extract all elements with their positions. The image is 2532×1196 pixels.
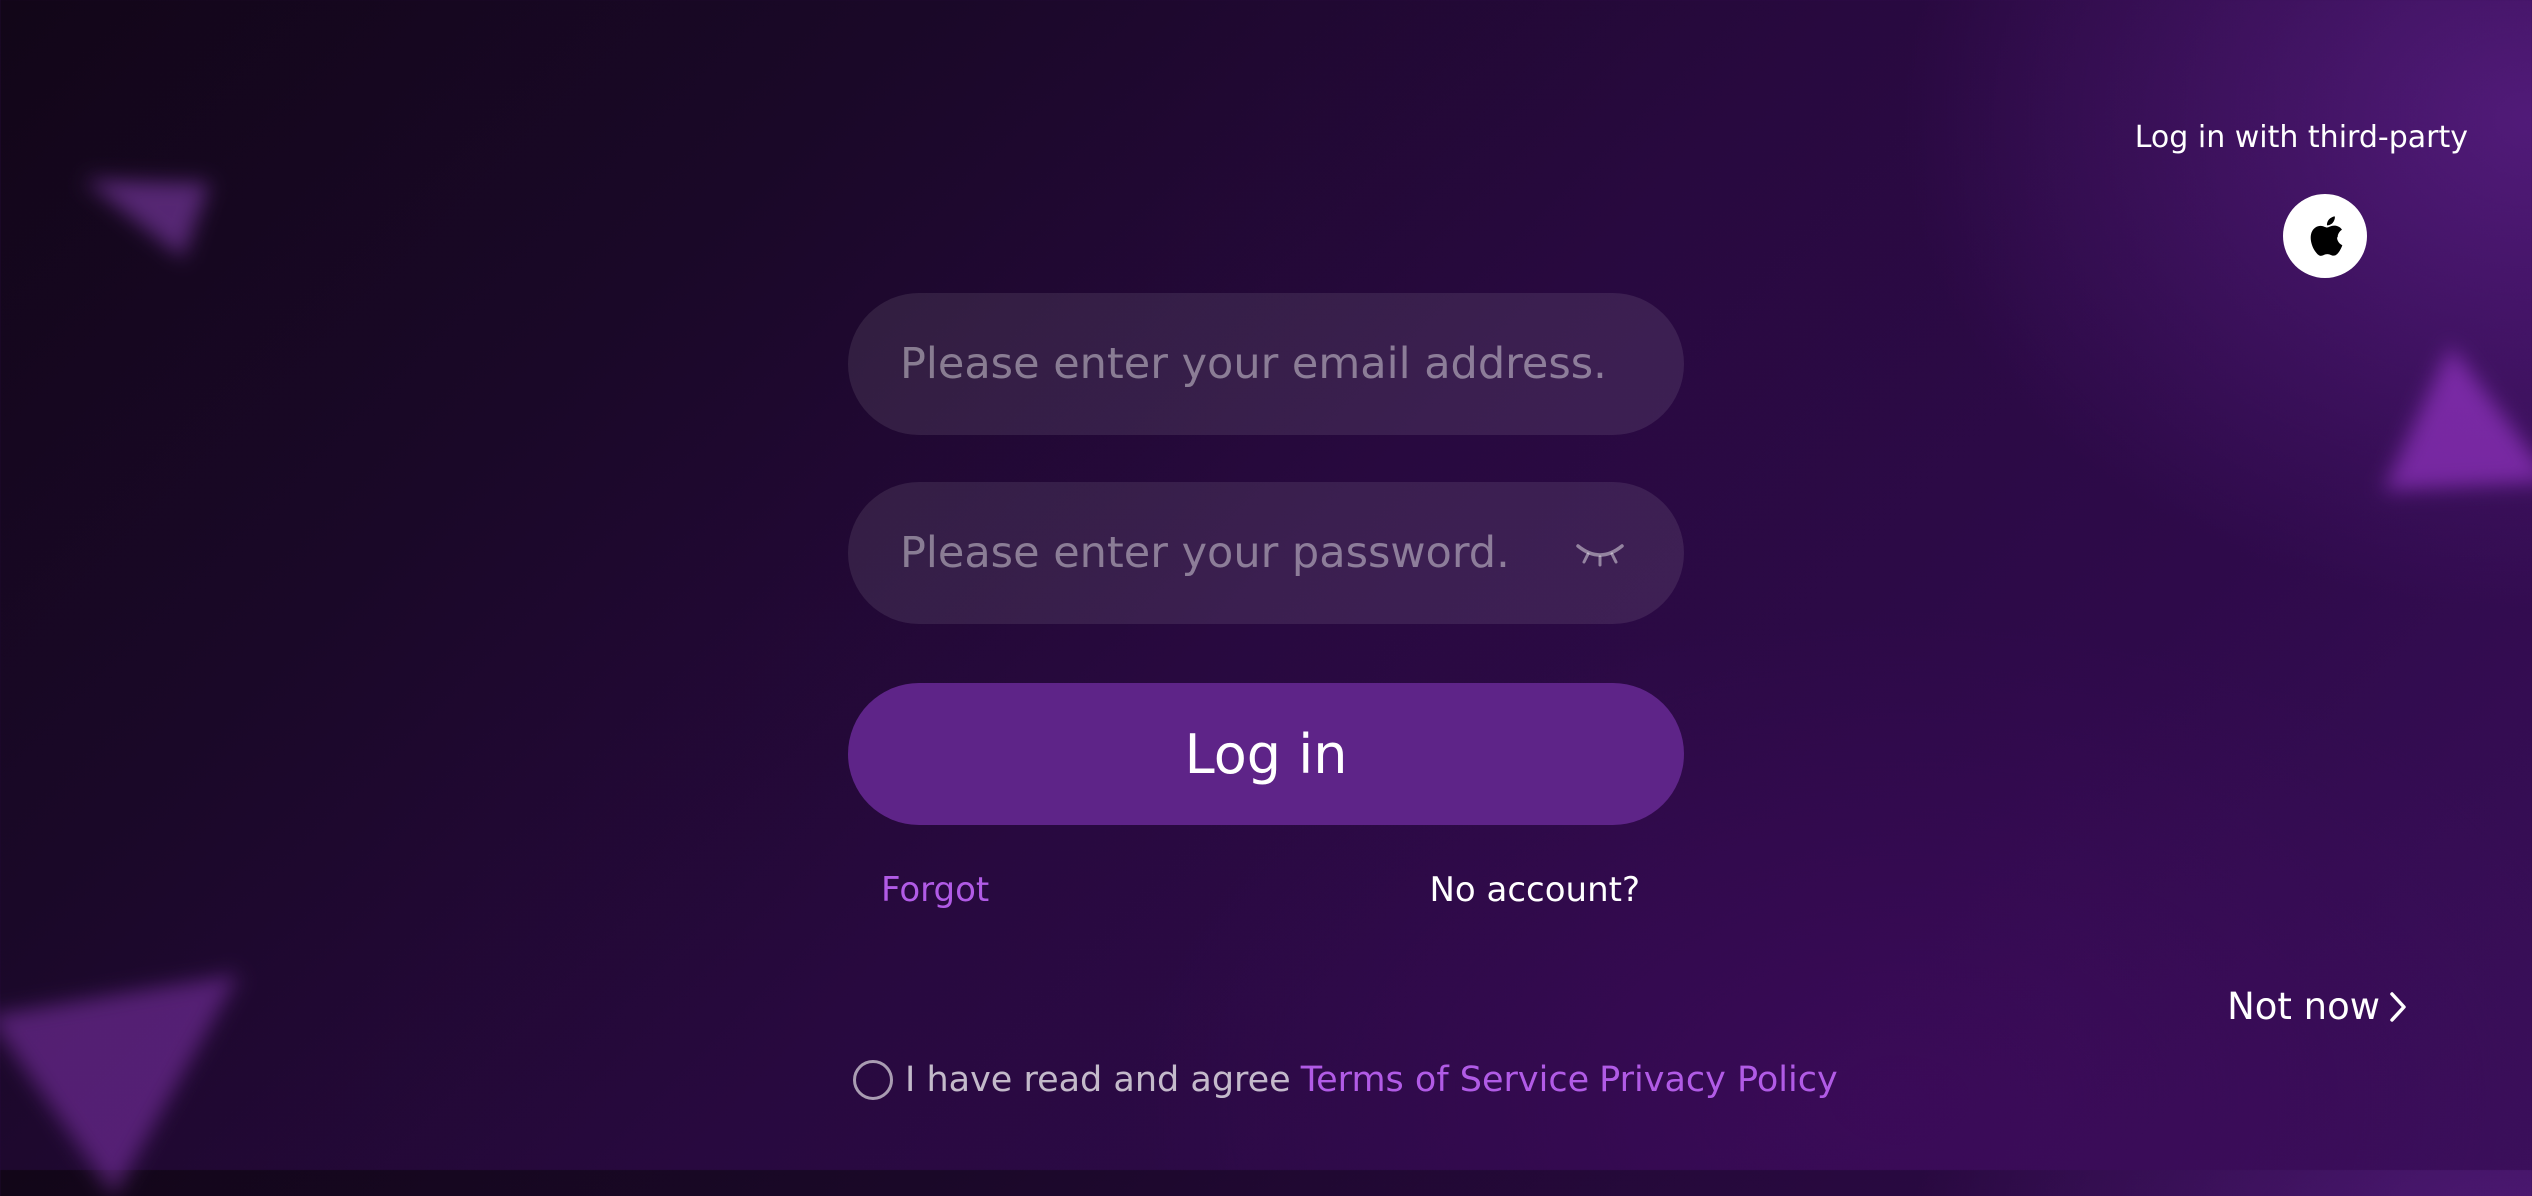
- agreement-row: I have read and agree Terms of Service P…: [853, 1060, 1838, 1100]
- not-now-label: Not now: [2227, 985, 2380, 1028]
- decorative-triangle: [2383, 345, 2532, 555]
- third-party-login-label: Log in with third-party: [2134, 120, 2468, 155]
- forgot-password-link[interactable]: Forgot: [881, 870, 989, 910]
- terms-of-service-link[interactable]: Terms of Service: [1301, 1060, 1589, 1100]
- decorative-triangle: [0, 883, 303, 1196]
- email-input[interactable]: [898, 293, 1634, 435]
- password-input[interactable]: [898, 482, 1564, 624]
- not-now-button[interactable]: Not now: [2227, 985, 2408, 1028]
- apple-login-button[interactable]: [2283, 194, 2367, 278]
- apple-icon: [2310, 216, 2343, 256]
- password-field-container: [848, 482, 1684, 624]
- agreement-checkbox[interactable]: [853, 1060, 893, 1100]
- sign-up-link[interactable]: No account?: [1429, 870, 1640, 910]
- login-button[interactable]: Log in: [848, 683, 1684, 825]
- chevron-right-icon: [2390, 991, 2406, 1022]
- email-field-container: [848, 293, 1684, 435]
- eye-closed-icon[interactable]: [1574, 538, 1626, 568]
- decorative-triangle: [69, 141, 211, 259]
- agreement-text: I have read and agree: [905, 1060, 1291, 1100]
- privacy-policy-link[interactable]: Privacy Policy: [1599, 1060, 1838, 1100]
